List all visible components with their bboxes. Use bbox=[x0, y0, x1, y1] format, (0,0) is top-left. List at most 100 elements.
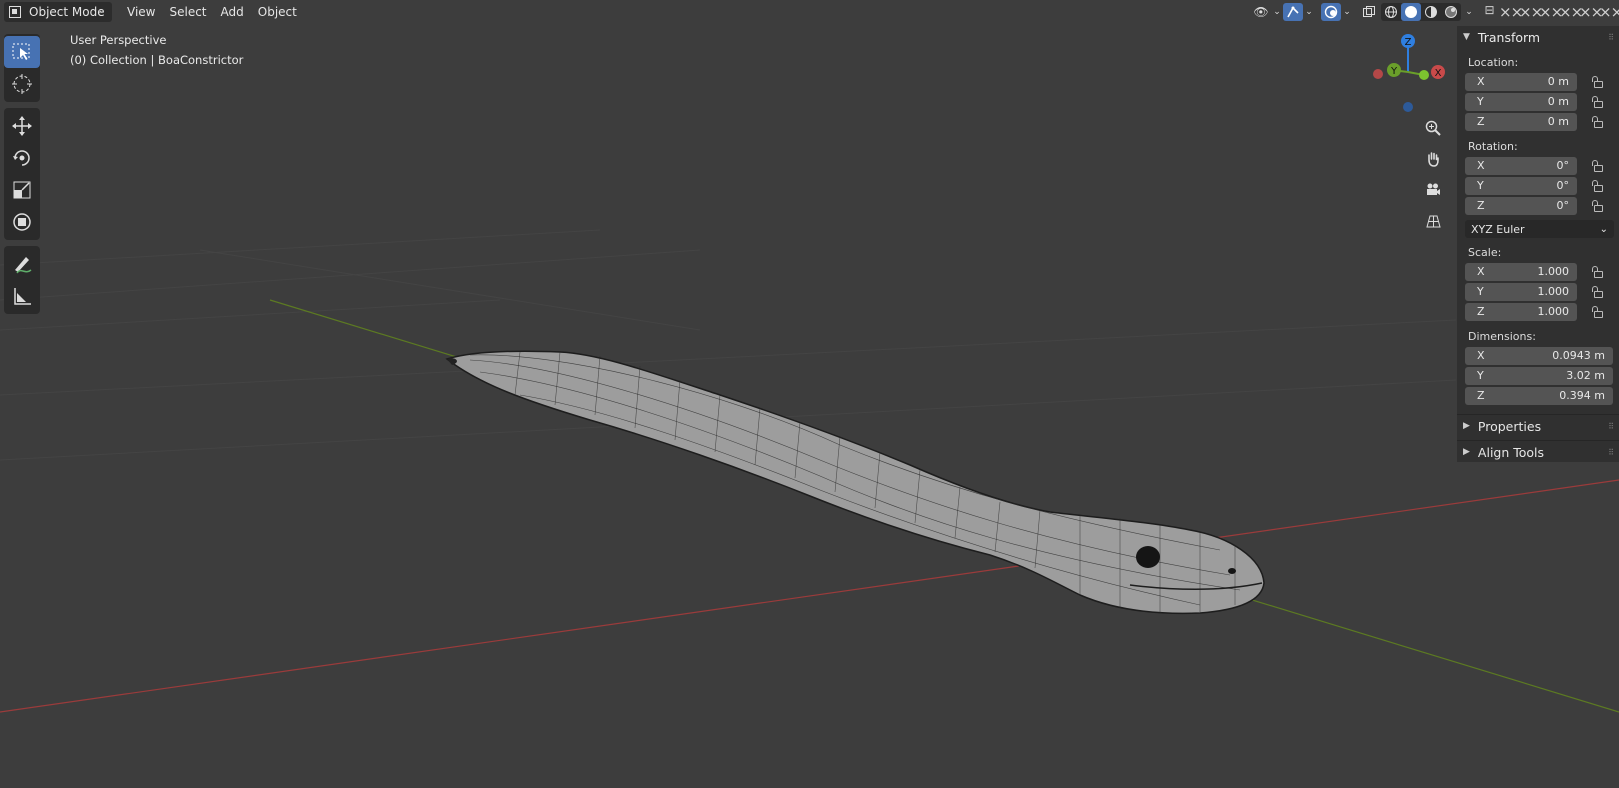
navigation-gizmo[interactable]: Z Y X bbox=[1370, 32, 1450, 117]
chevron-down-icon[interactable]: ⌄ bbox=[1271, 3, 1283, 21]
collapsed-triangle-icon: ▶ bbox=[1463, 421, 1470, 431]
measure-tool[interactable] bbox=[4, 280, 40, 312]
transform-title: Transform bbox=[1477, 29, 1541, 45]
properties-panel-header[interactable]: ▶ Properties ⠿ bbox=[1457, 414, 1619, 437]
scale-x-field[interactable]: X 1.000 bbox=[1465, 262, 1577, 281]
tool-shelf bbox=[4, 34, 40, 320]
material-preview-icon[interactable] bbox=[1421, 3, 1441, 21]
lock-icon[interactable] bbox=[1591, 160, 1607, 172]
overlays-toggle-icon[interactable] bbox=[1321, 3, 1341, 21]
object-mode-dropdown[interactable]: Object Mode ⌄ bbox=[4, 2, 112, 22]
location-z-row: Z0 m bbox=[1465, 112, 1619, 132]
menu-add[interactable]: Add bbox=[214, 2, 251, 22]
transform-panel-header[interactable]: ▼ Transform ⠿ bbox=[1457, 26, 1619, 48]
dimensions-y-field[interactable]: Y 3.02 m bbox=[1465, 366, 1613, 385]
rotation-x-field[interactable]: X 0° bbox=[1465, 156, 1577, 175]
cursor-tool[interactable] bbox=[4, 68, 40, 100]
location-label: Location: bbox=[1468, 56, 1519, 69]
gizmo-neg-z bbox=[1403, 102, 1413, 112]
wireframe-shading-icon[interactable] bbox=[1381, 3, 1401, 21]
lock-icon[interactable] bbox=[1591, 266, 1607, 278]
properties-title: Properties bbox=[1477, 418, 1542, 434]
tool-group-annotate bbox=[4, 246, 40, 314]
lock-icon[interactable] bbox=[1591, 180, 1607, 192]
menu-select[interactable]: Select bbox=[162, 2, 213, 22]
align-tools-panel-header[interactable]: ▶ Align Tools ⠿ bbox=[1457, 440, 1619, 463]
rotation-y-field[interactable]: Y 0° bbox=[1465, 176, 1577, 195]
measure-icon bbox=[14, 288, 31, 305]
drag-grip-icon[interactable]: ⠿ bbox=[1608, 448, 1615, 457]
tool-group-select bbox=[4, 34, 40, 102]
dimensions-x-field[interactable]: X 0.0943 m bbox=[1465, 346, 1613, 365]
visibility-eye-icon[interactable]: 👁 bbox=[1251, 3, 1271, 21]
rendered-shading-icon[interactable] bbox=[1441, 3, 1461, 21]
rotate-icon bbox=[13, 150, 30, 166]
lock-icon[interactable] bbox=[1591, 306, 1607, 318]
chevron-down-icon[interactable]: ⌄ bbox=[1341, 3, 1353, 21]
dimensions-x-row: X 0.0943 m bbox=[1465, 346, 1619, 366]
chevron-down-icon[interactable]: ⌄ bbox=[1303, 3, 1315, 21]
gizmo-x-label: X bbox=[1435, 68, 1442, 79]
scale-y-field[interactable]: Y 1.000 bbox=[1465, 282, 1577, 301]
rotation-x-row: X 0° bbox=[1465, 156, 1619, 176]
object-mode-icon bbox=[9, 6, 21, 18]
annotate-icon bbox=[15, 257, 32, 274]
view-name-label: User Perspective bbox=[70, 33, 167, 47]
drag-grip-icon[interactable]: ⠿ bbox=[1608, 422, 1615, 431]
annotate-tool[interactable] bbox=[4, 248, 40, 280]
object-mode-label: Object Mode bbox=[29, 5, 105, 19]
move-tool[interactable] bbox=[4, 110, 40, 142]
menu-object[interactable]: Object bbox=[251, 2, 304, 22]
gizmo-neg-x bbox=[1373, 69, 1383, 79]
3d-viewport[interactable] bbox=[0, 0, 1619, 788]
split-cross-icon[interactable]: ⨯⨯ bbox=[1579, 3, 1603, 21]
camera-icon[interactable] bbox=[1420, 177, 1446, 203]
scale-tool[interactable] bbox=[4, 174, 40, 206]
split-cross-icon[interactable]: ⨯⨯ bbox=[1559, 3, 1583, 21]
gizmo-toggle-icon[interactable] bbox=[1283, 3, 1303, 21]
chevron-down-icon[interactable]: ⌄ bbox=[1463, 3, 1475, 21]
lock-icon[interactable] bbox=[1591, 116, 1607, 128]
lock-icon[interactable] bbox=[1591, 286, 1607, 298]
location-x-field[interactable]: X0 m bbox=[1465, 72, 1577, 91]
collapsed-triangle-icon: ▶ bbox=[1463, 447, 1470, 457]
solid-shading-icon[interactable] bbox=[1401, 3, 1421, 21]
rotate-tool[interactable] bbox=[4, 142, 40, 174]
xray-toggle-icon[interactable] bbox=[1359, 3, 1379, 21]
scale-z-field[interactable]: Z 1.000 bbox=[1465, 302, 1577, 321]
split-cross-icon[interactable]: ⨯⨯ bbox=[1499, 3, 1523, 21]
lock-icon[interactable] bbox=[1591, 200, 1607, 212]
lock-icon[interactable] bbox=[1591, 76, 1607, 88]
grid-icon[interactable] bbox=[1420, 208, 1446, 234]
rotation-mode-dropdown[interactable]: XYZ Euler ⌄ bbox=[1465, 220, 1614, 238]
cursor-icon bbox=[12, 74, 32, 94]
zoom-icon[interactable] bbox=[1420, 115, 1446, 141]
scale-y-row: Y 1.000 bbox=[1465, 282, 1619, 302]
dimensions-z-field[interactable]: Z 0.394 m bbox=[1465, 386, 1613, 405]
split-cross-icon[interactable]: ⨯⨯ bbox=[1539, 3, 1563, 21]
split-cross-icon[interactable]: ⨯⨯ bbox=[1599, 3, 1619, 21]
location-y-field[interactable]: Y0 m bbox=[1465, 92, 1577, 111]
rotation-label: Rotation: bbox=[1468, 140, 1518, 153]
hand-icon[interactable] bbox=[1420, 146, 1446, 172]
shading-mode-group bbox=[1381, 3, 1461, 21]
rotation-z-field[interactable]: Z 0° bbox=[1465, 196, 1577, 215]
scale-label: Scale: bbox=[1468, 246, 1502, 259]
expanded-triangle-icon: ▼ bbox=[1463, 32, 1470, 42]
dimensions-label: Dimensions: bbox=[1468, 330, 1536, 343]
chevron-down-icon: ⌄ bbox=[97, 5, 106, 16]
location-z-field[interactable]: Z0 m bbox=[1465, 112, 1577, 131]
split-cross-icon[interactable]: ⨯⨯ bbox=[1519, 3, 1543, 21]
snake-eye bbox=[1136, 546, 1160, 568]
gizmo-neg-y bbox=[1419, 70, 1429, 80]
drag-grip-icon[interactable]: ⠿ bbox=[1608, 33, 1615, 42]
collapse-icon[interactable]: ⊟ bbox=[1479, 3, 1499, 21]
scale-icon bbox=[13, 181, 31, 199]
menu-view[interactable]: View bbox=[120, 2, 162, 22]
select-box-tool[interactable] bbox=[4, 36, 40, 68]
transform-icon bbox=[13, 213, 31, 231]
header-menu: View Select Add Object bbox=[120, 2, 304, 22]
lock-icon[interactable] bbox=[1591, 96, 1607, 108]
gizmo-z-label: Z bbox=[1405, 37, 1412, 48]
transform-tool[interactable] bbox=[4, 206, 40, 238]
